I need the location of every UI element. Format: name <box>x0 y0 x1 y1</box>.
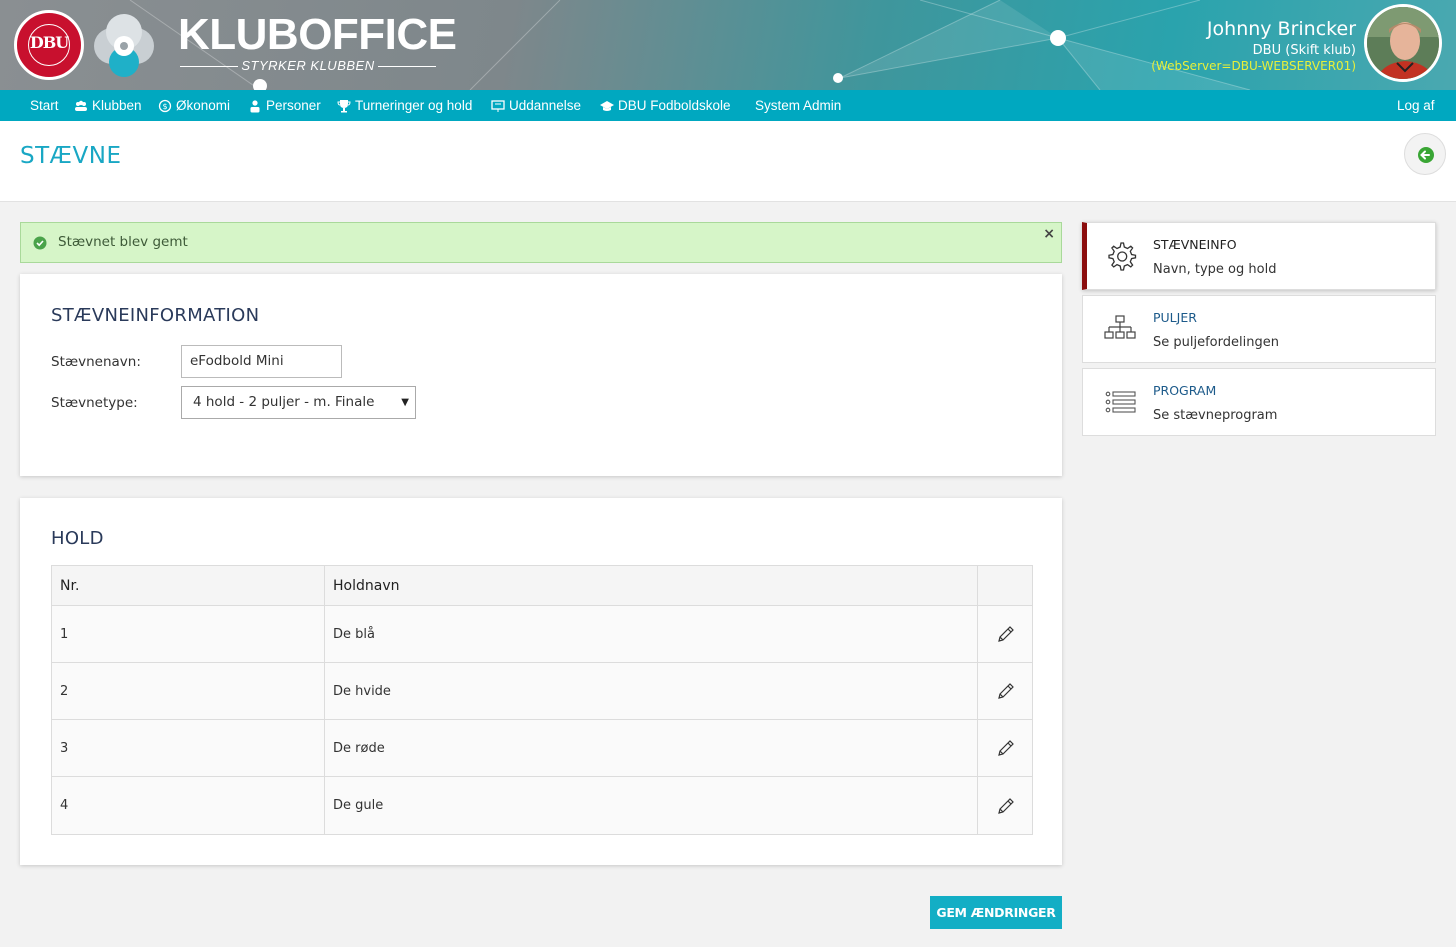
team-name: De blå <box>325 606 978 662</box>
pencil-icon <box>997 626 1014 642</box>
save-changes-button[interactable]: GEM ÆNDRINGER <box>930 896 1062 929</box>
page-titlebar: STÆVNE <box>0 121 1456 202</box>
switch-club-link[interactable]: DBU (Skift klub) <box>1253 43 1356 58</box>
nav-personer[interactable]: Personer <box>248 90 321 121</box>
main-nav: Start Klubben $ Økonomi Personer Turneri… <box>0 90 1456 121</box>
sidebar-desc: Se puljefordelingen <box>1153 335 1279 350</box>
tournament-name-label: Stævnenavn: <box>51 354 141 370</box>
sidebar-title: STÆVNEINFO <box>1153 237 1237 252</box>
tournament-type-select[interactable]: 4 hold - 2 puljer - m. Finale ▼ <box>181 386 416 419</box>
team-nr: 1 <box>52 606 325 662</box>
list-icon <box>1105 391 1136 413</box>
tournament-type-label: Stævnetype: <box>51 395 138 411</box>
brand-subtitle: STYRKER KLUBBEN <box>180 58 436 73</box>
table-header: Nr. Holdnavn <box>52 566 1032 606</box>
table-row: 1 De blå <box>52 606 1032 663</box>
hierarchy-icon <box>1104 315 1136 339</box>
nav-system-admin[interactable]: System Admin <box>755 90 841 121</box>
table-row: 3 De røde <box>52 720 1032 777</box>
teams-card: HOLD Nr. Holdnavn 1 De blå 2 De hvide 3 … <box>20 498 1062 865</box>
column-header-name: Holdnavn <box>325 566 978 605</box>
tournament-type-value: 4 hold - 2 puljer - m. Finale <box>193 394 375 410</box>
nav-uddannelse-label: Uddannelse <box>509 98 582 113</box>
back-button[interactable] <box>1404 133 1446 175</box>
svg-text:$: $ <box>162 102 167 111</box>
logout-label: Log af <box>1397 98 1435 113</box>
sidebar-title: PULJER <box>1153 310 1197 325</box>
dbu-logo[interactable]: DBU <box>14 10 84 80</box>
team-name: De hvide <box>325 663 978 719</box>
sidebar-title: PROGRAM <box>1153 383 1217 398</box>
nav-klubben-label: Klubben <box>92 98 142 113</box>
nav-start-label: Start <box>30 98 59 113</box>
sidebar-desc: Navn, type og hold <box>1153 262 1277 277</box>
edit-team-button[interactable] <box>978 606 1033 662</box>
nav-turneringer[interactable]: Turneringer og hold <box>337 90 472 121</box>
pencil-icon <box>997 797 1014 814</box>
gear-icon <box>1108 242 1137 271</box>
sidebar-item-puljer[interactable]: PULJER Se puljefordelingen <box>1082 295 1436 363</box>
pencil-icon <box>997 683 1014 699</box>
tournament-info-card: STÆVNEINFORMATION Stævnenavn: eFodbold M… <box>20 274 1062 476</box>
user-name: Johnny Brincker <box>1206 18 1356 40</box>
person-icon <box>250 99 260 112</box>
team-nr: 4 <box>52 777 325 834</box>
nav-fodboldskole-label: DBU Fodboldskole <box>618 98 731 113</box>
graduation-cap-icon <box>600 100 614 111</box>
edit-team-button[interactable] <box>978 720 1033 776</box>
team-nr: 2 <box>52 663 325 719</box>
alert-message: Stævnet blev gemt <box>58 234 188 250</box>
edit-team-button[interactable] <box>978 777 1033 834</box>
team-nr: 3 <box>52 720 325 776</box>
coin-icon: $ <box>158 99 172 112</box>
dropdown-arrow-icon: ▼ <box>401 397 409 408</box>
dbu-logo-text: DBU <box>29 33 69 52</box>
sidebar-item-program[interactable]: PROGRAM Se stævneprogram <box>1082 368 1436 436</box>
section-title-info: STÆVNEINFORMATION <box>51 305 260 326</box>
page-title: STÆVNE <box>20 143 122 169</box>
alert-close-button[interactable]: × <box>1043 226 1055 242</box>
presentation-icon <box>491 99 505 112</box>
check-circle-icon <box>33 236 47 250</box>
team-name: De røde <box>325 720 978 776</box>
kluboffice-logo-icon[interactable] <box>90 12 158 80</box>
column-header-nr: Nr. <box>52 566 325 605</box>
section-title-teams: HOLD <box>51 528 104 549</box>
nav-turneringer-label: Turneringer og hold <box>355 98 473 113</box>
header-banner: DBU KLUBOFFICE STYRKER KLUBBEN Johnny Br… <box>0 0 1456 90</box>
nav-system-admin-label: System Admin <box>755 98 842 113</box>
logout-link[interactable]: Log af <box>1397 90 1435 121</box>
team-name: De gule <box>325 777 978 834</box>
tournament-name-input[interactable]: eFodbold Mini <box>181 345 342 378</box>
nav-start[interactable]: Start <box>30 90 59 121</box>
table-row: 4 De gule <box>52 777 1032 834</box>
sidebar-desc: Se stævneprogram <box>1153 408 1278 423</box>
user-avatar[interactable] <box>1364 4 1442 82</box>
brand-title: KLUBOFFICE <box>178 10 457 59</box>
success-alert: Stævnet blev gemt × <box>20 222 1062 263</box>
teams-table: Nr. Holdnavn 1 De blå 2 De hvide 3 De rø… <box>51 565 1033 835</box>
nav-okonomi-label: Økonomi <box>176 98 231 113</box>
server-info: (WebServer=DBU-WEBSERVER01) <box>1151 59 1356 73</box>
pencil-icon <box>997 740 1014 756</box>
column-header-actions <box>978 566 1033 605</box>
users-icon <box>75 100 87 111</box>
sidebar-item-staevneinfo[interactable]: STÆVNEINFO Navn, type og hold <box>1082 222 1436 290</box>
nav-okonomi[interactable]: $ Økonomi <box>158 90 230 121</box>
nav-fodboldskole[interactable]: DBU Fodboldskole <box>600 90 731 121</box>
trophy-icon <box>337 99 351 112</box>
nav-uddannelse[interactable]: Uddannelse <box>491 90 581 121</box>
edit-team-button[interactable] <box>978 663 1033 719</box>
nav-klubben[interactable]: Klubben <box>74 90 142 121</box>
arrow-left-icon <box>1418 147 1434 163</box>
table-row: 2 De hvide <box>52 663 1032 720</box>
nav-personer-label: Personer <box>266 98 321 113</box>
